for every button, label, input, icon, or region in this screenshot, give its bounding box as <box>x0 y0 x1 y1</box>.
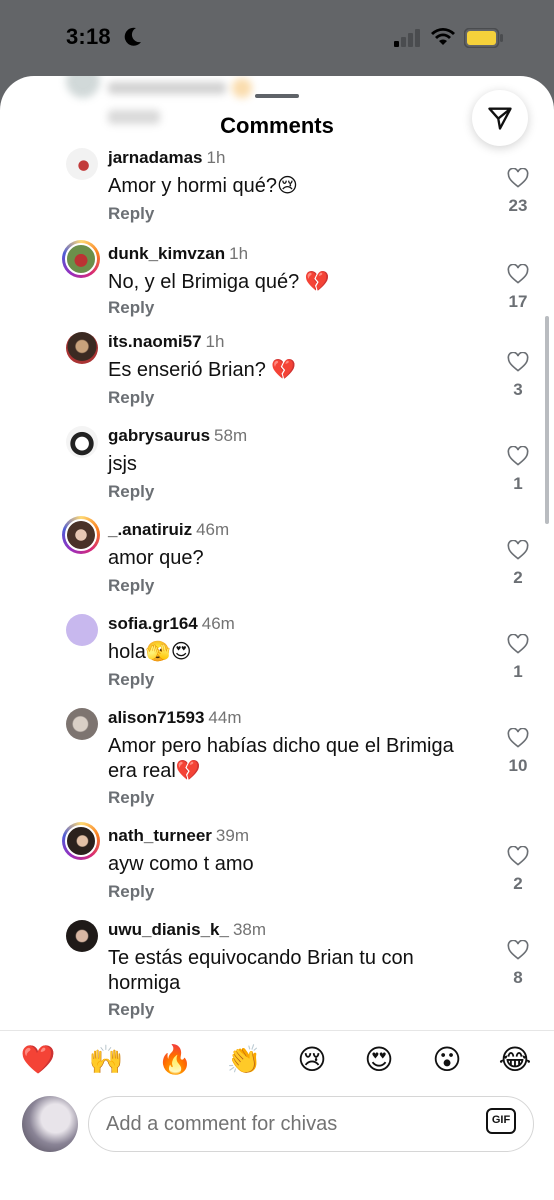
comment-text: jsjs <box>108 453 137 475</box>
comment-time: 1h <box>205 332 225 351</box>
username[interactable]: _.anatiruiz <box>108 520 192 539</box>
heart-icon[interactable] <box>507 940 529 960</box>
comment-input[interactable]: Add a comment for chivas <box>88 1096 534 1152</box>
username[interactable]: jarnadamas <box>108 148 203 167</box>
comment-text: No, y el Brimiga qué? 💔 <box>108 271 330 293</box>
wifi-icon <box>431 28 455 45</box>
sheet-title: Comments <box>220 113 334 138</box>
heart-icon[interactable] <box>507 540 529 560</box>
like-count: 1 <box>513 662 523 681</box>
send-icon <box>488 107 512 130</box>
heart-icon[interactable] <box>507 846 529 866</box>
reaction-laughing[interactable]: 😂 <box>495 1043 535 1077</box>
reaction-surprised[interactable]: 😮 <box>427 1043 467 1077</box>
heart-icon[interactable] <box>507 264 529 284</box>
like-count: 23 <box>508 196 528 215</box>
reply-button[interactable]: Reply <box>108 1000 154 1020</box>
cellular-signal-icon <box>394 29 420 47</box>
comment-text: hola🫣😍 <box>108 641 192 663</box>
avatar[interactable] <box>62 516 100 554</box>
comment-text: Es enserió Brian? 💔 <box>108 359 297 381</box>
sheet-grabber[interactable] <box>255 94 299 98</box>
avatar[interactable] <box>66 614 98 646</box>
avatar[interactable] <box>66 708 98 740</box>
gif-button[interactable]: GIF <box>486 1108 516 1134</box>
like-count: 1 <box>513 474 523 493</box>
heart-icon[interactable] <box>507 168 529 188</box>
status-time: 3:18 <box>66 24 111 49</box>
like-count: 3 <box>513 380 523 399</box>
heart-icon[interactable] <box>507 446 529 466</box>
comment-text: ayw como t amo <box>108 853 254 875</box>
status-bar: 3:18 <box>0 0 554 76</box>
reaction-clap[interactable]: 👏 <box>224 1043 264 1077</box>
avatar[interactable] <box>66 920 98 952</box>
avatar[interactable] <box>66 332 98 364</box>
comment-text: Te estás equivocando Brian tu con hormig… <box>108 947 414 994</box>
comment-time: 44m <box>208 708 242 727</box>
reaction-heart-eyes[interactable]: 😍 <box>359 1043 399 1077</box>
reaction-fire[interactable]: 🔥 <box>155 1043 195 1077</box>
like-count: 8 <box>513 968 523 987</box>
reply-button[interactable]: Reply <box>108 788 154 808</box>
share-button[interactable] <box>472 90 528 146</box>
current-user-avatar <box>22 1096 78 1152</box>
username[interactable]: gabrysaurus <box>108 426 210 445</box>
comment-time: 38m <box>232 920 267 939</box>
battery-icon <box>464 28 503 48</box>
comment-time: 39m <box>215 826 249 845</box>
username[interactable]: dunk_kimvzan <box>108 244 225 263</box>
reaction-crying[interactable]: 😢 <box>292 1043 332 1077</box>
moon-icon <box>124 27 141 46</box>
reply-button[interactable]: Reply <box>108 482 154 502</box>
avatar[interactable] <box>66 148 98 180</box>
avatar[interactable] <box>62 240 100 278</box>
heart-icon[interactable] <box>507 634 529 654</box>
reply-button[interactable]: Reply <box>108 298 154 318</box>
comment-time: 46m <box>201 614 235 633</box>
reaction-bar: ❤️ 🙌 🔥 👏 😢 😍 😮 😂 <box>0 1030 554 1090</box>
username[interactable]: alison71593 <box>108 708 204 727</box>
comment-time: 1h <box>229 244 249 263</box>
heart-icon[interactable] <box>507 728 529 748</box>
reply-button[interactable]: Reply <box>108 576 154 596</box>
username[interactable]: uwu_dianis_k_ <box>108 920 229 939</box>
like-count: 2 <box>513 874 523 893</box>
reply-button[interactable]: Reply <box>108 388 154 408</box>
reply-button[interactable]: Reply <box>108 204 154 224</box>
comment-time: 1h <box>206 148 226 167</box>
comment-time: 46m <box>196 520 230 539</box>
heart-icon[interactable] <box>507 352 529 372</box>
username[interactable]: its.naomi57 <box>108 332 202 351</box>
reaction-heart[interactable]: ❤️ <box>18 1043 58 1077</box>
like-count: 2 <box>513 568 523 587</box>
username[interactable]: nath_turneer <box>108 826 212 845</box>
reply-button[interactable]: Reply <box>108 670 154 690</box>
avatar[interactable] <box>62 822 100 860</box>
comment-text: Amor pero habías dicho que el Brimiga er… <box>108 735 454 782</box>
reaction-raised-hands[interactable]: 🙌 <box>86 1043 126 1077</box>
avatar[interactable] <box>66 426 98 458</box>
like-count: 17 <box>508 292 528 311</box>
like-count: 10 <box>508 756 528 775</box>
comment-text: Amor y hormi qué?😢 <box>108 175 298 197</box>
username[interactable]: sofia.gr164 <box>108 614 198 633</box>
comment-composer: Add a comment for chivas <box>0 1090 554 1200</box>
reply-button[interactable]: Reply <box>108 882 154 902</box>
comment-text: amor que? <box>108 547 204 569</box>
comment-time: 58m <box>214 426 248 445</box>
